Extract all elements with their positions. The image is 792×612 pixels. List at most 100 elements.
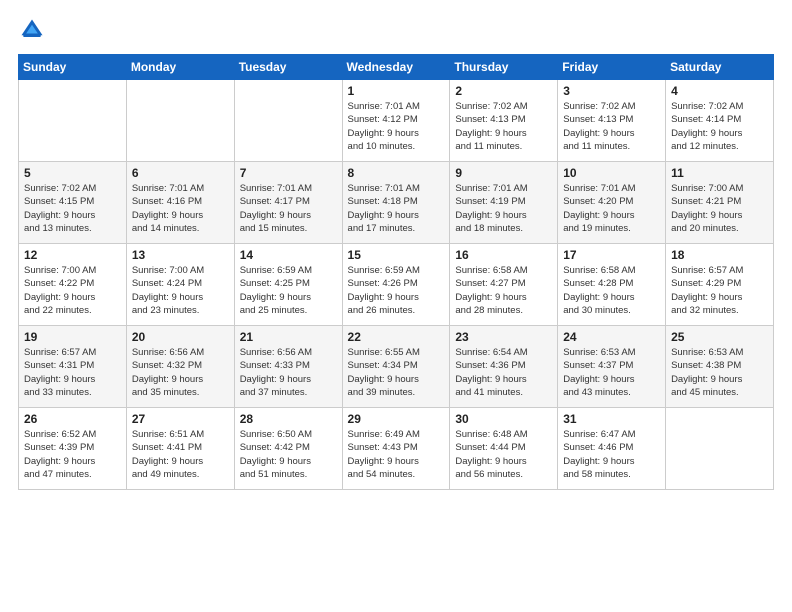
day-number: 27	[132, 412, 229, 426]
day-info: Sunrise: 6:49 AMSunset: 4:43 PMDaylight:…	[348, 428, 445, 481]
calendar-cell: 17Sunrise: 6:58 AMSunset: 4:28 PMDayligh…	[558, 244, 666, 326]
calendar-cell: 11 Sunrise: 7:00 AMSunset: 4:21 PMDayligh…	[666, 162, 774, 244]
day-info: Sunrise: 6:54 AMSunset: 4:36 PMDaylight:…	[455, 346, 552, 399]
calendar-cell: 14 Sunrise: 6:59 AMSunset: 4:25 PMDayligh…	[234, 244, 342, 326]
calendar-cell: 25 Sunrise: 6:53 AMSunset: 4:38 PMDayligh…	[666, 326, 774, 408]
day-info: Sunrise: 6:47 AMSunset: 4:46 PMDaylight:…	[563, 428, 660, 481]
calendar-row-4: 26 Sunrise: 6:52 AMSunset: 4:39 PMDayligh…	[19, 408, 774, 490]
day-number: 20	[132, 330, 229, 344]
calendar-cell	[19, 80, 127, 162]
page: SundayMondayTuesdayWednesdayThursdayFrid…	[0, 0, 792, 612]
day-number: 30	[455, 412, 552, 426]
calendar-cell: 19 Sunrise: 6:57 AMSunset: 4:31 PMDayligh…	[19, 326, 127, 408]
weekday-header-friday: Friday	[558, 55, 666, 80]
day-number: 9	[455, 166, 552, 180]
header	[18, 16, 774, 44]
day-number: 5	[24, 166, 121, 180]
weekday-header-tuesday: Tuesday	[234, 55, 342, 80]
day-number: 14	[240, 248, 337, 262]
calendar-row-2: 12 Sunrise: 7:00 AMSunset: 4:22 PMDayligh…	[19, 244, 774, 326]
calendar-cell: 31 Sunrise: 6:47 AMSunset: 4:46 PMDayligh…	[558, 408, 666, 490]
day-info: Sunrise: 7:01 AMSunset: 4:20 PMDaylight:…	[563, 182, 660, 235]
day-info: Sunrise: 6:56 AMSunset: 4:32 PMDaylight:…	[132, 346, 229, 399]
calendar-cell: 4Sunrise: 7:02 AMSunset: 4:14 PMDaylight…	[666, 80, 774, 162]
day-info: Sunrise: 6:48 AMSunset: 4:44 PMDaylight:…	[455, 428, 552, 481]
day-number: 12	[24, 248, 121, 262]
calendar-cell: 7 Sunrise: 7:01 AMSunset: 4:17 PMDaylight…	[234, 162, 342, 244]
day-info: Sunrise: 7:02 AMSunset: 4:13 PMDaylight:…	[563, 100, 660, 153]
day-number: 1	[348, 84, 445, 98]
day-number: 4	[671, 84, 768, 98]
day-info: Sunrise: 7:02 AMSunset: 4:15 PMDaylight:…	[24, 182, 121, 235]
day-number: 18	[671, 248, 768, 262]
day-info: Sunrise: 7:01 AMSunset: 4:19 PMDaylight:…	[455, 182, 552, 235]
calendar-cell: 12 Sunrise: 7:00 AMSunset: 4:22 PMDayligh…	[19, 244, 127, 326]
calendar-cell: 13 Sunrise: 7:00 AMSunset: 4:24 PMDayligh…	[126, 244, 234, 326]
weekday-header-wednesday: Wednesday	[342, 55, 450, 80]
logo	[18, 16, 50, 44]
calendar-table: SundayMondayTuesdayWednesdayThursdayFrid…	[18, 54, 774, 490]
day-number: 13	[132, 248, 229, 262]
calendar-row-3: 19 Sunrise: 6:57 AMSunset: 4:31 PMDayligh…	[19, 326, 774, 408]
day-number: 26	[24, 412, 121, 426]
day-info: Sunrise: 6:50 AMSunset: 4:42 PMDaylight:…	[240, 428, 337, 481]
calendar-cell: 24 Sunrise: 6:53 AMSunset: 4:37 PMDayligh…	[558, 326, 666, 408]
day-info: Sunrise: 7:00 AMSunset: 4:24 PMDaylight:…	[132, 264, 229, 317]
day-info: Sunrise: 6:53 AMSunset: 4:37 PMDaylight:…	[563, 346, 660, 399]
calendar-cell	[126, 80, 234, 162]
day-number: 7	[240, 166, 337, 180]
day-info: Sunrise: 6:58 AMSunset: 4:27 PMDaylight:…	[455, 264, 552, 317]
day-number: 31	[563, 412, 660, 426]
day-info: Sunrise: 7:00 AMSunset: 4:22 PMDaylight:…	[24, 264, 121, 317]
calendar-cell: 30 Sunrise: 6:48 AMSunset: 4:44 PMDayligh…	[450, 408, 558, 490]
day-info: Sunrise: 7:02 AMSunset: 4:13 PMDaylight:…	[455, 100, 552, 153]
day-number: 19	[24, 330, 121, 344]
calendar-cell: 29 Sunrise: 6:49 AMSunset: 4:43 PMDayligh…	[342, 408, 450, 490]
day-number: 29	[348, 412, 445, 426]
day-info: Sunrise: 7:01 AMSunset: 4:17 PMDaylight:…	[240, 182, 337, 235]
calendar-cell: 23 Sunrise: 6:54 AMSunset: 4:36 PMDayligh…	[450, 326, 558, 408]
calendar-row-1: 5 Sunrise: 7:02 AMSunset: 4:15 PMDaylight…	[19, 162, 774, 244]
day-info: Sunrise: 7:00 AMSunset: 4:21 PMDaylight:…	[671, 182, 768, 235]
day-number: 28	[240, 412, 337, 426]
day-number: 16	[455, 248, 552, 262]
day-info: Sunrise: 7:01 AMSunset: 4:16 PMDaylight:…	[132, 182, 229, 235]
calendar-row-0: 1 Sunrise: 7:01 AMSunset: 4:12 PMDaylight…	[19, 80, 774, 162]
calendar-cell: 6Sunrise: 7:01 AMSunset: 4:16 PMDaylight…	[126, 162, 234, 244]
calendar-cell	[234, 80, 342, 162]
day-info: Sunrise: 6:59 AMSunset: 4:25 PMDaylight:…	[240, 264, 337, 317]
weekday-header-row: SundayMondayTuesdayWednesdayThursdayFrid…	[19, 55, 774, 80]
calendar-cell: 22Sunrise: 6:55 AMSunset: 4:34 PMDayligh…	[342, 326, 450, 408]
weekday-header-thursday: Thursday	[450, 55, 558, 80]
day-number: 23	[455, 330, 552, 344]
calendar-cell: 10 Sunrise: 7:01 AMSunset: 4:20 PMDayligh…	[558, 162, 666, 244]
weekday-header-sunday: Sunday	[19, 55, 127, 80]
day-number: 17	[563, 248, 660, 262]
calendar-cell: 20 Sunrise: 6:56 AMSunset: 4:32 PMDayligh…	[126, 326, 234, 408]
calendar-cell: 28 Sunrise: 6:50 AMSunset: 4:42 PMDayligh…	[234, 408, 342, 490]
calendar-cell: 26 Sunrise: 6:52 AMSunset: 4:39 PMDayligh…	[19, 408, 127, 490]
calendar-cell: 2Sunrise: 7:02 AMSunset: 4:13 PMDaylight…	[450, 80, 558, 162]
day-info: Sunrise: 6:56 AMSunset: 4:33 PMDaylight:…	[240, 346, 337, 399]
day-number: 10	[563, 166, 660, 180]
day-info: Sunrise: 6:51 AMSunset: 4:41 PMDaylight:…	[132, 428, 229, 481]
logo-icon	[18, 16, 46, 44]
day-info: Sunrise: 6:52 AMSunset: 4:39 PMDaylight:…	[24, 428, 121, 481]
day-info: Sunrise: 7:01 AMSunset: 4:18 PMDaylight:…	[348, 182, 445, 235]
day-number: 8	[348, 166, 445, 180]
calendar-cell: 18 Sunrise: 6:57 AMSunset: 4:29 PMDayligh…	[666, 244, 774, 326]
calendar-cell: 21Sunrise: 6:56 AMSunset: 4:33 PMDayligh…	[234, 326, 342, 408]
calendar-cell: 27 Sunrise: 6:51 AMSunset: 4:41 PMDayligh…	[126, 408, 234, 490]
day-info: Sunrise: 6:53 AMSunset: 4:38 PMDaylight:…	[671, 346, 768, 399]
day-number: 11	[671, 166, 768, 180]
calendar-cell: 15Sunrise: 6:59 AMSunset: 4:26 PMDayligh…	[342, 244, 450, 326]
day-info: Sunrise: 6:57 AMSunset: 4:29 PMDaylight:…	[671, 264, 768, 317]
calendar-cell: 9 Sunrise: 7:01 AMSunset: 4:19 PMDaylight…	[450, 162, 558, 244]
day-number: 22	[348, 330, 445, 344]
day-number: 25	[671, 330, 768, 344]
day-info: Sunrise: 7:01 AMSunset: 4:12 PMDaylight:…	[348, 100, 445, 153]
day-number: 3	[563, 84, 660, 98]
weekday-header-saturday: Saturday	[666, 55, 774, 80]
day-info: Sunrise: 6:57 AMSunset: 4:31 PMDaylight:…	[24, 346, 121, 399]
day-number: 24	[563, 330, 660, 344]
